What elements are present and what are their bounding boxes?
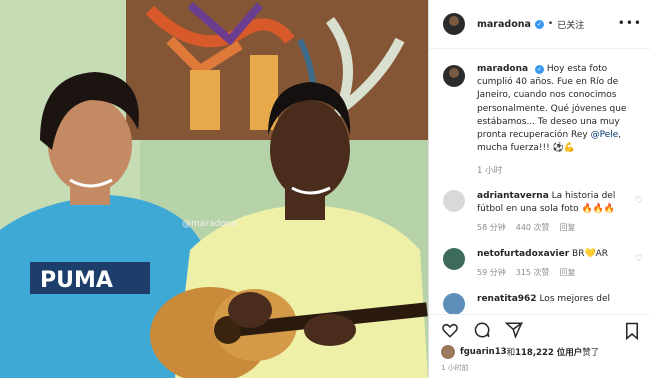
likes-summary: fguarin13 和 118,222 位用户 赞了 [429, 339, 650, 359]
post-time: 1 小时前 [441, 364, 469, 372]
verified-badge-icon: ✓ [534, 19, 544, 29]
comment-username[interactable]: netofurtadoxavier [477, 249, 569, 259]
header-username[interactable]: maradona [477, 19, 531, 30]
post-sidebar: maradona ✓ • 已关注 ••• maradona ✓ Hoy esta… [428, 0, 650, 378]
comment-avatar[interactable] [443, 248, 465, 271]
comment-text: Los mejores del [539, 294, 611, 305]
comment-time: 59 分钟 [477, 268, 506, 278]
comment-username[interactable]: adriantaverna [477, 191, 549, 201]
comment-avatar[interactable] [443, 293, 465, 314]
heart-icon[interactable]: ♡ [635, 254, 643, 264]
bookmark-icon[interactable] [623, 322, 641, 340]
caption-username[interactable]: maradona [477, 64, 528, 74]
comment-icon[interactable] [473, 321, 491, 339]
caption-time: 1 小时 [477, 166, 503, 177]
comment-avatar[interactable] [443, 190, 465, 213]
photo-watermark: @maradona [182, 219, 237, 229]
post-actions: fguarin13 和 118,222 位用户 赞了 1 小时前 [429, 314, 650, 379]
mention-link[interactable]: @Pele [591, 130, 619, 140]
comment: netofurtadoxavier BR💛AR 59 分钟 315 次赞 回复 … [429, 234, 650, 279]
caption-body: Hoy esta foto cumplió 40 años. Fue en Rí… [477, 64, 627, 141]
photo-illustration: PUMA [0, 0, 428, 378]
comment-time: 58 分钟 [477, 223, 506, 233]
heart-icon[interactable]: ♡ [635, 196, 643, 206]
reply-button[interactable]: 回复 [560, 221, 576, 234]
caption-text: maradona ✓ Hoy esta foto cumplió 40 años… [477, 63, 637, 155]
post-photo[interactable]: PUMA @maradona [0, 0, 428, 378]
avatar[interactable] [443, 13, 465, 35]
caption: maradona ✓ Hoy esta foto cumplió 40 años… [429, 49, 650, 155]
reply-button[interactable]: 回复 [560, 266, 576, 279]
more-options-icon[interactable]: ••• [618, 16, 642, 30]
comment-text: BR💛AR [572, 249, 609, 260]
post-header: maradona ✓ • 已关注 ••• [429, 0, 650, 49]
heart-icon[interactable] [441, 321, 459, 339]
comment-likes[interactable]: 440 次赞 [516, 221, 550, 234]
comments-pane[interactable]: maradona ✓ Hoy esta foto cumplió 40 años… [429, 49, 650, 314]
follow-button[interactable]: 已关注 [557, 18, 584, 31]
likes-count[interactable]: 118,222 位用户 [515, 346, 582, 358]
verified-badge-icon: ✓ [534, 65, 544, 74]
instagram-post: PUMA @maradona maradona ✓ • 已关注 ••• mara… [0, 0, 650, 378]
likes-suffix: 赞了 [582, 348, 600, 358]
liker-avatar[interactable] [441, 345, 455, 359]
header-separator: • [547, 19, 554, 29]
comment: adriantaverna La historia del fútbol en … [429, 176, 650, 234]
likes-prefix: 和 [506, 348, 516, 358]
caption-avatar[interactable] [443, 65, 465, 87]
share-icon[interactable] [505, 321, 523, 339]
comment: renatita962 Los mejores del [429, 279, 650, 314]
comment-username[interactable]: renatita962 [477, 294, 537, 304]
comment-likes[interactable]: 315 次赞 [516, 266, 550, 279]
liker-username[interactable]: fguarin13 [460, 347, 507, 357]
svg-text:PUMA: PUMA [40, 268, 113, 293]
